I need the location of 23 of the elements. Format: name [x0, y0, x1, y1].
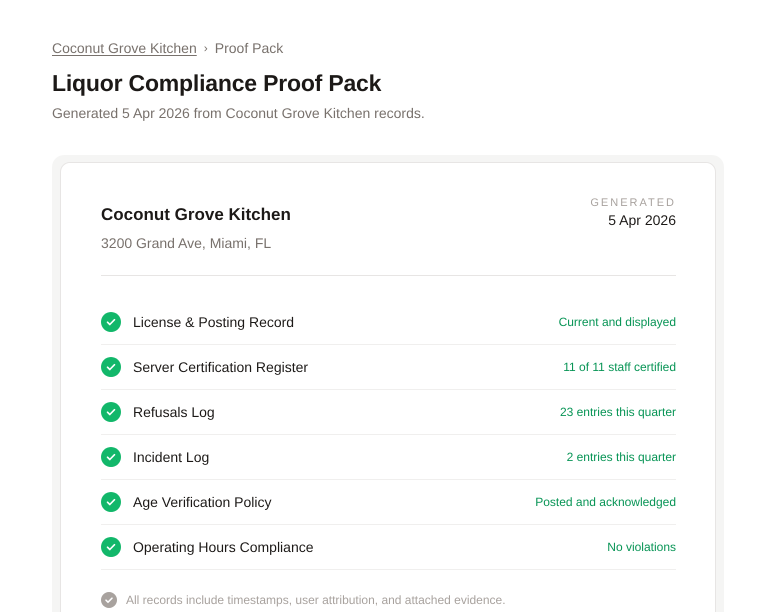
page-subtitle: Generated 5 Apr 2026 from Coconut Grove Kitchen records. — [52, 105, 426, 121]
record-name: Server Certification Register — [133, 359, 310, 375]
breadcrumb-current: Proof Pack — [214, 40, 284, 56]
generated-label: GENERATED — [590, 197, 676, 209]
record-status: 11 of 11 staff certified — [563, 360, 676, 374]
record-status: Current and displayed — [558, 315, 676, 329]
record-name: Operating Hours Compliance — [133, 539, 315, 555]
footnote: All records include timestamps, user attribution, and attached evidence. — [126, 593, 506, 607]
record-status: No violations — [607, 540, 676, 554]
breadcrumb-link[interactable]: Coconut Grove Kitchen — [52, 40, 197, 56]
check-icon — [101, 592, 117, 608]
generated-date: 5 Apr 2026 — [607, 212, 676, 228]
venue-name: Coconut Grove Kitchen — [101, 205, 291, 225]
record-name: License & Posting Record — [133, 314, 296, 330]
record-name: Age Verification Policy — [133, 494, 273, 510]
record-status: Posted and acknowledged — [535, 495, 676, 509]
record-name: Refusals Log — [133, 404, 216, 420]
breadcrumb-separator: › — [204, 41, 208, 55]
record-status: 23 entries this quarter — [560, 405, 676, 419]
record-name: Incident Log — [133, 449, 210, 465]
record-status: 2 entries this quarter — [566, 450, 676, 464]
venue-address: 3200 Grand Ave, Miami, FL — [101, 235, 272, 251]
page-title: Liquor Compliance Proof Pack — [52, 70, 382, 97]
